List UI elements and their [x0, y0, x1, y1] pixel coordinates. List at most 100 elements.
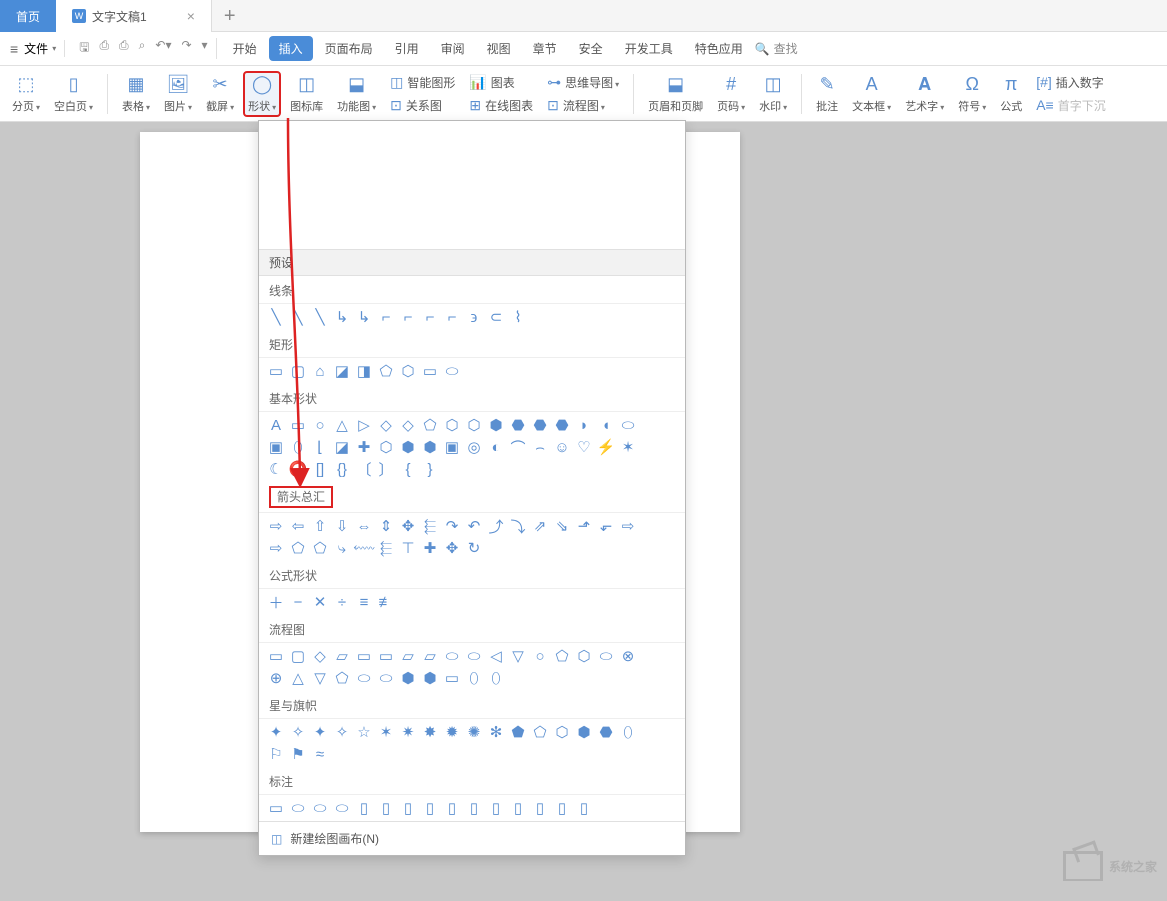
- rb-mindmap[interactable]: ⊶思维导图: [543, 72, 623, 93]
- shape-item[interactable]: ⤵: [509, 517, 527, 535]
- rb-icon-lib[interactable]: ◫图标库: [286, 72, 327, 116]
- rb-function-chart[interactable]: ⬓功能图: [333, 72, 380, 116]
- shape-item[interactable]: ▭: [355, 647, 373, 665]
- shape-item[interactable]: △: [333, 416, 351, 434]
- shape-item[interactable]: ▯: [487, 799, 505, 817]
- shape-item[interactable]: ⬠: [553, 647, 571, 665]
- shape-item[interactable]: ▽: [311, 669, 329, 687]
- shape-item[interactable]: ⤴: [487, 517, 505, 535]
- shape-item[interactable]: ╲: [289, 308, 307, 326]
- shape-item[interactable]: ⬡: [443, 416, 461, 434]
- tab-document[interactable]: W 文字文稿1 ×: [56, 0, 212, 32]
- shape-item[interactable]: ⇨: [267, 517, 285, 535]
- rb-wordart[interactable]: 𝐀艺术字: [901, 72, 948, 116]
- menu-insert[interactable]: 插入: [269, 36, 313, 61]
- shape-item[interactable]: ▢: [289, 647, 307, 665]
- shape-item[interactable]: ⌒: [509, 438, 527, 456]
- shape-item[interactable]: ✶: [377, 723, 395, 741]
- shape-item[interactable]: ▯: [465, 799, 483, 817]
- shape-item[interactable]: ▭: [289, 416, 307, 434]
- shape-item[interactable]: ♡: [575, 438, 593, 456]
- shape-item[interactable]: ◇: [377, 416, 395, 434]
- shape-item[interactable]: ⬠: [311, 539, 329, 557]
- rb-blank-page[interactable]: ▯空白页: [50, 72, 97, 116]
- shape-item[interactable]: ⬟: [509, 723, 527, 741]
- shape-item[interactable]: ☆: [355, 723, 373, 741]
- shape-item[interactable]: ⌇: [509, 308, 527, 326]
- shape-item[interactable]: ✺: [465, 723, 483, 741]
- shape-item[interactable]: ✚: [355, 438, 373, 456]
- shape-item[interactable]: ▯: [553, 799, 571, 817]
- shape-item[interactable]: ⚡: [597, 438, 615, 456]
- shape-item[interactable]: ⇘: [553, 517, 571, 535]
- shape-item[interactable]: ✸: [421, 723, 439, 741]
- shape-item[interactable]: ⊗: [619, 647, 637, 665]
- shape-item[interactable]: ⬭: [377, 669, 395, 687]
- shape-item[interactable]: ✧: [289, 723, 307, 741]
- shape-item[interactable]: ⬭: [333, 799, 351, 817]
- rb-textbox[interactable]: A文本框: [848, 72, 895, 116]
- redo-icon[interactable]: ↷: [181, 38, 191, 59]
- shape-item[interactable]: ▭: [377, 647, 395, 665]
- rb-chart[interactable]: 📊图表: [465, 72, 537, 93]
- shape-item[interactable]: ⬭: [311, 799, 329, 817]
- shape-item[interactable]: ⇧: [311, 517, 329, 535]
- shape-item[interactable]: ⌂: [311, 362, 329, 380]
- shape-item[interactable]: ☺: [553, 438, 571, 456]
- shape-item[interactable]: ⬢: [421, 669, 439, 687]
- shape-item[interactable]: ▱: [399, 647, 417, 665]
- shape-item[interactable]: ⇔: [355, 517, 373, 535]
- rb-watermark[interactable]: ◫水印: [755, 72, 791, 116]
- shape-item[interactable]: ⬭: [289, 799, 307, 817]
- shape-item[interactable]: ⬯: [289, 438, 307, 456]
- shape-item[interactable]: ≡: [355, 593, 373, 611]
- shape-item[interactable]: ✥: [399, 517, 417, 535]
- undo-icon[interactable]: ↶▾: [155, 38, 171, 59]
- shape-item[interactable]: ＋: [267, 593, 285, 611]
- rb-header-footer[interactable]: ⬓页眉和页脚: [644, 72, 707, 116]
- tab-home[interactable]: 首页: [0, 0, 56, 32]
- shape-item[interactable]: ▢: [289, 362, 307, 380]
- shape-item[interactable]: ⬢: [399, 438, 417, 456]
- shape-item[interactable]: ⬣: [531, 416, 549, 434]
- shape-item[interactable]: ⬯: [487, 669, 505, 687]
- shape-item[interactable]: ✧: [333, 723, 351, 741]
- shape-item[interactable]: ⌐: [421, 308, 439, 326]
- rb-formula[interactable]: π公式: [996, 72, 1026, 116]
- shape-item[interactable]: ✚: [421, 539, 439, 557]
- shape-item[interactable]: ⬠: [333, 669, 351, 687]
- rb-picture[interactable]: 🖼图片: [160, 72, 196, 116]
- shape-item[interactable]: ⬣: [597, 723, 615, 741]
- shape-item[interactable]: ╲: [311, 308, 329, 326]
- rb-page-break[interactable]: ⬚分页: [8, 72, 44, 116]
- shape-item[interactable]: ⬢: [399, 669, 417, 687]
- shape-item[interactable]: ⬠: [377, 362, 395, 380]
- menu-references[interactable]: 引用: [385, 36, 429, 61]
- rb-relation[interactable]: ⊡关系图: [386, 95, 459, 116]
- shape-item[interactable]: ⬭: [355, 669, 373, 687]
- rb-table[interactable]: ▦表格: [118, 72, 154, 116]
- shape-item[interactable]: ⬠: [289, 539, 307, 557]
- shape-item[interactable]: ◎: [465, 438, 483, 456]
- shape-item[interactable]: ⇨: [267, 539, 285, 557]
- shape-item[interactable]: ⇩: [333, 517, 351, 535]
- shape-item[interactable]: ▷: [355, 416, 373, 434]
- shape-item[interactable]: A: [267, 416, 285, 434]
- shape-item[interactable]: {}: [333, 460, 351, 478]
- shape-item[interactable]: ⇦: [289, 517, 307, 535]
- shape-item[interactable]: ⬏: [575, 517, 593, 535]
- shape-item[interactable]: △: [289, 669, 307, 687]
- shape-item[interactable]: ▭: [267, 362, 285, 380]
- shape-item[interactable]: ⚑: [289, 745, 307, 763]
- shape-item[interactable]: ⬯: [619, 723, 637, 741]
- shape-item[interactable]: ↷: [443, 517, 461, 535]
- shape-item[interactable]: ⬡: [399, 362, 417, 380]
- close-icon[interactable]: ×: [187, 8, 195, 24]
- shape-item[interactable]: ▣: [267, 438, 285, 456]
- shape-item[interactable]: ⬱: [377, 539, 395, 557]
- shape-item[interactable]: ◐: [487, 438, 505, 456]
- hamburger-icon[interactable]: ≡: [10, 41, 22, 57]
- shape-item[interactable]: ◇: [399, 416, 417, 434]
- rb-page-no[interactable]: #页码: [713, 72, 749, 116]
- shape-item[interactable]: ⬣: [509, 416, 527, 434]
